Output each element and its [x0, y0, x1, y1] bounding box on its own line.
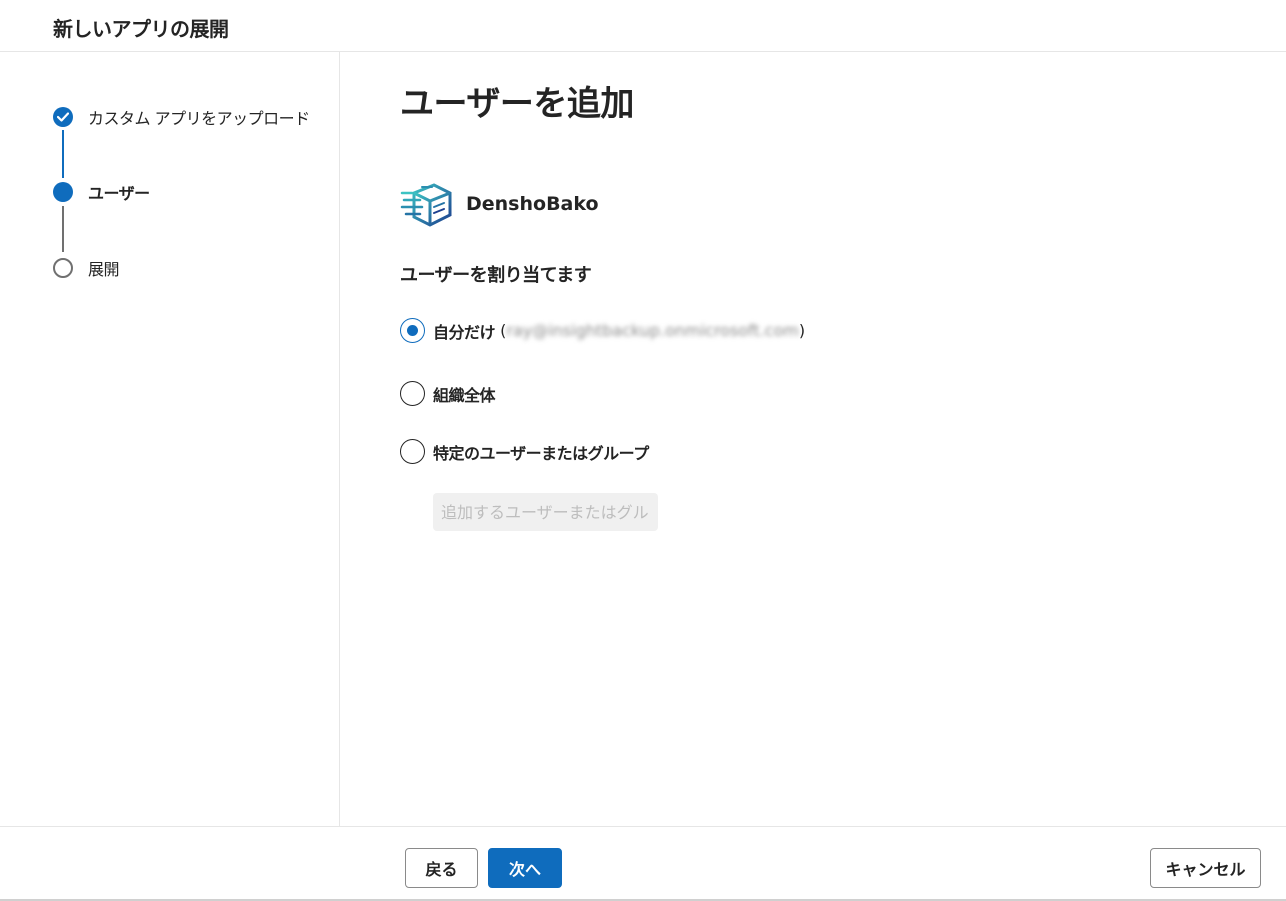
step-label: カスタム アプリをアップロード: [88, 109, 310, 128]
option-specific-users-groups[interactable]: 特定のユーザーまたはグループ: [400, 439, 649, 464]
current-step-circle-icon: [53, 182, 73, 202]
densho-bako-logo-icon: [400, 183, 452, 227]
option-label: 組織全体: [433, 385, 496, 405]
pending-step-circle-icon: [53, 258, 73, 278]
page-title: ユーザーを追加: [400, 84, 634, 124]
app-name: DenshoBako: [466, 193, 599, 215]
footer: [0, 826, 1286, 901]
radio-only-me[interactable]: [400, 318, 425, 343]
app-summary: DenshoBako: [400, 179, 599, 229]
step-connector-todo: [62, 206, 64, 252]
step-deploy: 展開: [53, 257, 120, 279]
back-button[interactable]: 戻る: [405, 848, 478, 888]
option-label: 自分だけ: [433, 322, 496, 342]
user-group-search-input[interactable]: [433, 493, 658, 531]
assign-users-heading: ユーザーを割り当てます: [400, 265, 592, 286]
step-users: ユーザー: [53, 181, 150, 203]
checkmark-circle-icon: [53, 107, 73, 127]
step-upload-custom-app: カスタム アプリをアップロード: [53, 106, 310, 128]
step-connector-done: [62, 130, 64, 178]
radio-specific-users-groups[interactable]: [400, 439, 425, 464]
option-only-me[interactable]: 自分だけ (ray@insightbackup.onmicrosoft.com): [400, 318, 805, 343]
radio-entire-org[interactable]: [400, 381, 425, 406]
wizard-steps-sidebar: [0, 52, 340, 826]
step-label: ユーザー: [88, 184, 150, 203]
user-email: (ray@insightbackup.onmicrosoft.com): [495, 321, 805, 340]
next-button[interactable]: 次へ: [488, 848, 562, 888]
email-address: ray@insightbackup.onmicrosoft.com: [506, 321, 799, 340]
header: 新しいアプリの展開: [0, 0, 1286, 52]
page-header-title: 新しいアプリの展開: [53, 17, 229, 41]
step-label: 展開: [88, 260, 120, 279]
cancel-button[interactable]: キャンセル: [1150, 848, 1261, 888]
email-paren-close: ): [798, 321, 806, 340]
option-label: 特定のユーザーまたはグループ: [433, 443, 649, 463]
option-entire-org[interactable]: 組織全体: [400, 381, 496, 406]
